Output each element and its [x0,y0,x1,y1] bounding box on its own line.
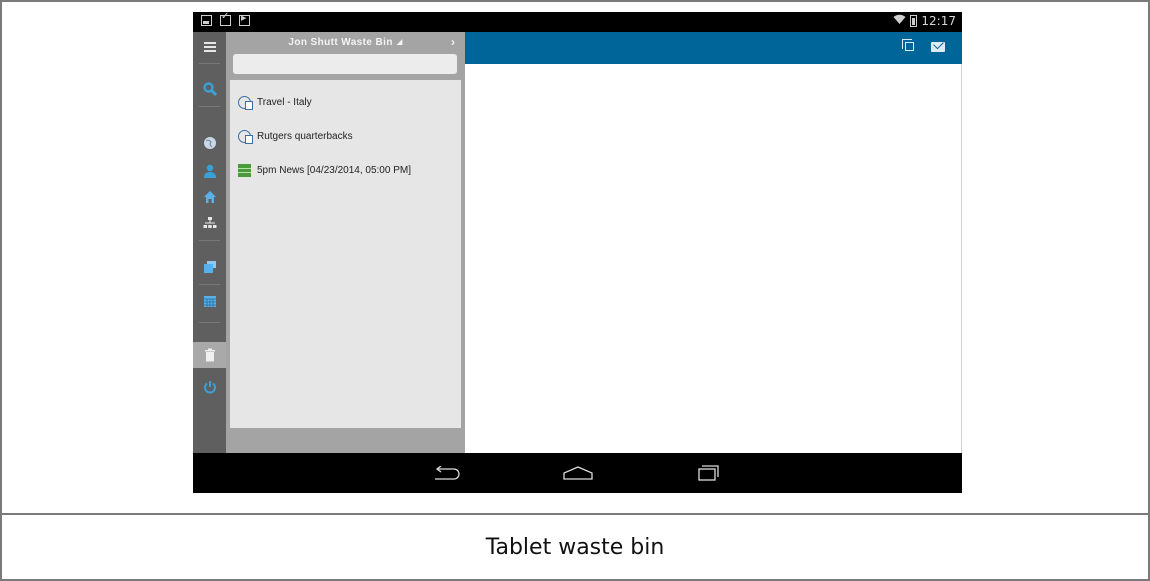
rail-calendar-button[interactable] [193,288,226,314]
rail-stack-button[interactable] [193,254,226,280]
rail-search-button[interactable] [193,76,226,102]
hierarchy-icon [203,217,216,228]
rail-person-button[interactable] [193,158,226,184]
recents-button[interactable] [693,461,721,485]
home-button[interactable] [562,461,594,485]
news-rundown-icon [238,163,251,177]
main-content [465,64,962,453]
list-item-label: Rutgers quarterbacks [257,130,353,142]
saved-search-icon [238,129,253,144]
rail-divider [199,240,220,241]
status-bar: 12:17 [193,12,962,32]
rail-divider [199,63,220,64]
dropdown-triangle-icon: ◢ [396,39,403,46]
navigation-bar [193,453,962,493]
battery-icon [910,15,918,27]
waste-bin-panel: Jon Shutt Waste Bin ◢ › Travel - Italy R… [226,32,465,453]
tablet-screenshot: 12:17 [193,12,962,493]
rail-power-button[interactable] [193,374,226,400]
figure-caption: Tablet waste bin [485,534,665,560]
rail-divider [199,284,220,285]
home-icon [203,191,216,203]
system-tray: 12:17 [893,14,956,28]
recents-icon [698,465,719,481]
back-icon [435,466,460,480]
list-item-label: Travel - Italy [257,96,312,108]
list-item[interactable]: Travel - Italy [230,87,461,117]
rail-hierarchy-button[interactable] [193,210,226,236]
globe-icon [203,137,216,149]
saved-search-icon [238,95,253,110]
back-button[interactable] [431,461,461,485]
stack-icon [203,261,216,273]
rail-globe-button[interactable] [193,130,226,156]
frame-border-left [0,0,2,581]
mail-icon[interactable] [931,42,945,52]
frame-border-top [0,0,1150,2]
calendar-icon [203,296,216,307]
trash-icon [204,348,215,362]
chevron-right-icon[interactable]: › [451,35,455,49]
search-icon [202,82,217,96]
wifi-icon [893,14,906,28]
power-icon [203,381,216,394]
list-item-label: 5pm News [04/23/2014, 05:00 PM] [257,164,411,176]
copy-icon[interactable] [902,39,914,51]
main-toolbar [465,32,962,64]
play-store-icon [239,14,250,26]
image-icon [201,15,212,26]
side-rail [193,32,226,453]
menu-button[interactable] [193,34,226,60]
rail-home-button[interactable] [193,184,226,210]
home-icon [563,466,593,480]
list-item[interactable]: 5pm News [04/23/2014, 05:00 PM] [230,155,461,185]
panel-title-dropdown[interactable]: Jon Shutt Waste Bin ◢ [226,32,465,52]
document-frame: 12:17 [0,0,1150,581]
rail-trash-button[interactable] [193,342,226,368]
clipboard-check-icon [220,12,231,26]
list-item[interactable]: Rutgers quarterbacks [230,121,461,151]
waste-bin-list: Travel - Italy Rutgers quarterbacks 5pm … [230,80,461,428]
menu-icon [203,42,216,52]
panel-title: Jon Shutt Waste Bin [288,36,393,48]
rail-divider [199,106,220,107]
rail-divider [199,322,220,323]
panel-search-input[interactable] [233,54,457,74]
clock: 12:17 [921,14,956,28]
person-icon [203,164,216,178]
notification-area [201,12,250,26]
